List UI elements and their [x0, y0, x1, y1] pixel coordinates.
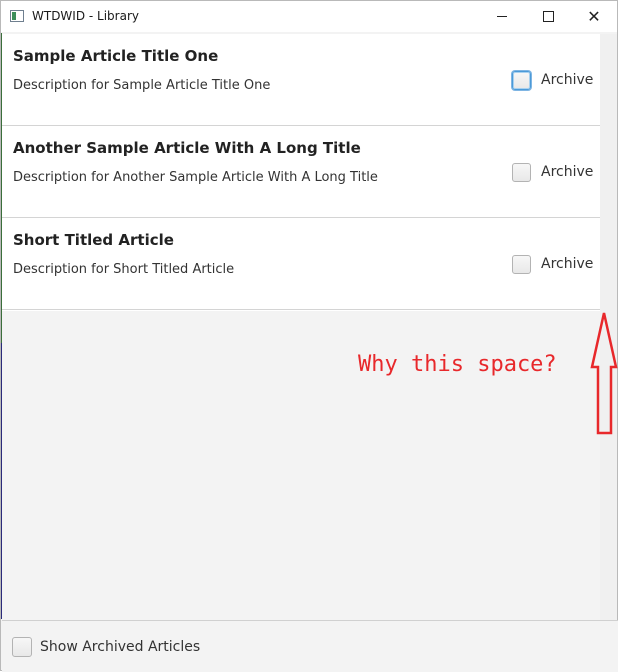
- close-icon: ✕: [587, 6, 601, 26]
- article-description: Description for Sample Article Title One: [13, 78, 271, 93]
- window-title: WTDWID - Library: [32, 9, 139, 23]
- article-title: Another Sample Article With A Long Title: [13, 139, 361, 157]
- article-description: Description for Short Titled Article: [13, 262, 235, 277]
- article-list[interactable]: Sample Article Title One Description for…: [2, 34, 600, 311]
- app-icon: [10, 10, 24, 22]
- close-button[interactable]: ✕: [571, 1, 617, 32]
- show-archived-label[interactable]: Show Archived Articles: [40, 639, 200, 655]
- minimize-icon: [497, 16, 507, 17]
- up-arrow-icon: [590, 312, 618, 435]
- list-item[interactable]: Short Titled Article Description for Sho…: [2, 218, 600, 310]
- archive-checkbox[interactable]: Archive: [512, 69, 593, 91]
- article-description: Description for Another Sample Article W…: [13, 170, 378, 185]
- archive-label: Archive: [541, 256, 594, 272]
- app-window: WTDWID - Library ✕ Sample Article Title …: [0, 0, 618, 672]
- show-archived-checkbox[interactable]: [12, 636, 32, 657]
- maximize-button[interactable]: [525, 1, 571, 32]
- title-bar: WTDWID - Library ✕: [1, 1, 617, 32]
- article-title: Sample Article Title One: [13, 47, 219, 65]
- list-item[interactable]: Another Sample Article With A Long Title…: [2, 126, 600, 218]
- archive-label: Archive: [541, 164, 594, 180]
- checkbox-box[interactable]: [512, 254, 531, 274]
- archive-label: Archive: [541, 72, 594, 88]
- minimize-button[interactable]: [479, 1, 525, 32]
- footer-bar: Show Archived Articles: [2, 620, 618, 672]
- archive-checkbox[interactable]: Archive: [512, 253, 593, 275]
- checkbox-box[interactable]: [512, 162, 531, 182]
- archive-checkbox[interactable]: Archive: [512, 161, 593, 183]
- article-title: Short Titled Article: [13, 231, 174, 249]
- list-item[interactable]: Sample Article Title One Description for…: [2, 34, 600, 126]
- maximize-icon: [542, 11, 554, 22]
- annotation-text: Why this space?: [358, 352, 557, 377]
- checkbox-box[interactable]: [512, 70, 531, 90]
- window-edge-decoration: [1, 343, 2, 619]
